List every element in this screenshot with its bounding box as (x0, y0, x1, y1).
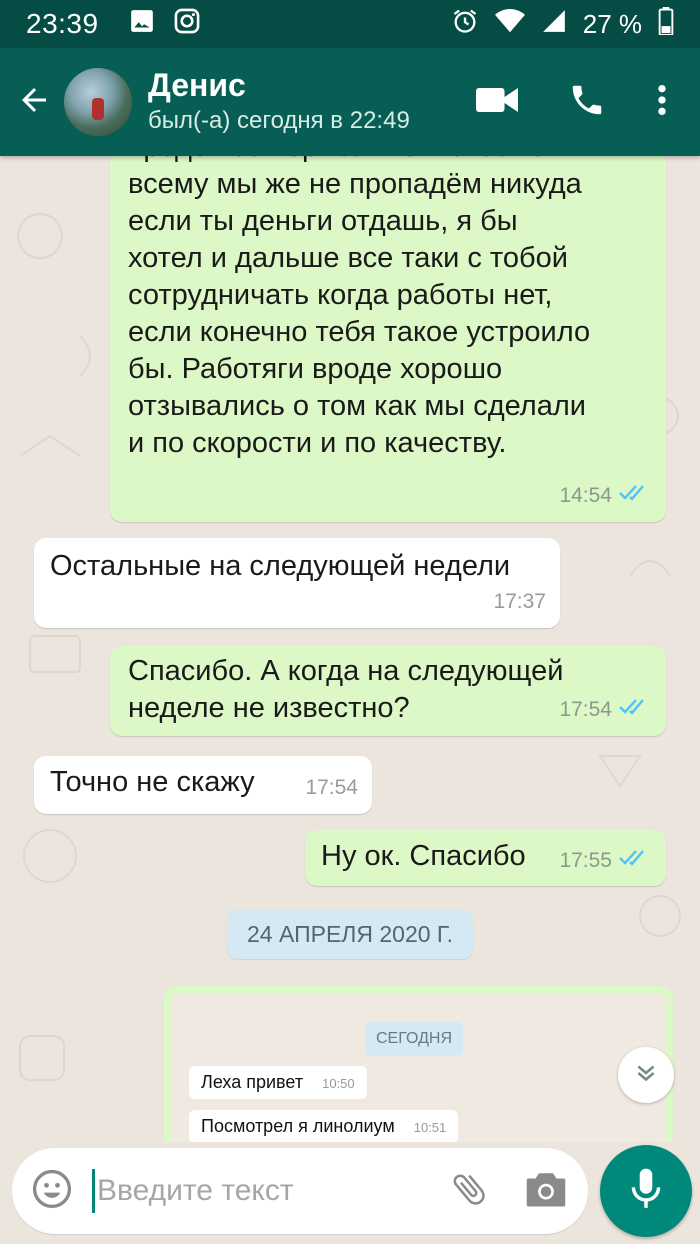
message-incoming[interactable]: Точно не скажу 17:54 (34, 756, 372, 814)
more-vert-icon (657, 83, 667, 122)
status-time: 23:39 (26, 8, 99, 39)
message-text: вроде все нормально. Плюс ко всему мы же… (128, 156, 591, 459)
video-call-icon (476, 85, 518, 120)
voice-message-button[interactable] (600, 1145, 692, 1237)
back-arrow-icon (16, 82, 52, 123)
voice-call-button[interactable] (542, 48, 632, 156)
message-text: Остальные на следующей недели (50, 550, 511, 582)
more-options-button[interactable] (632, 48, 692, 156)
emoji-icon (30, 1167, 74, 1216)
emoji-button[interactable] (12, 1148, 92, 1234)
message-input[interactable] (97, 1174, 427, 1208)
image-message[interactable]: СЕГОДНЯ Леха привет 10:50 Посмотрел я ли… (163, 986, 673, 1142)
message-text: Спасибо. А когда на следующей неделе не … (128, 655, 564, 724)
status-bar: 23:39 27 % (0, 0, 700, 48)
contact-name: Денис (148, 67, 246, 103)
double-check-icon (618, 477, 652, 514)
signal-icon (541, 8, 567, 41)
image-icon (129, 8, 155, 41)
screenshot-message-text: Леха привет (201, 1072, 304, 1092)
paperclip-icon (449, 1169, 489, 1214)
double-chevron-down-icon (633, 1060, 659, 1091)
instagram-icon (173, 7, 201, 42)
message-outgoing[interactable]: Спасибо. А когда на следующей неделе не … (110, 646, 666, 736)
scroll-to-bottom-button[interactable] (618, 1047, 674, 1103)
phone-icon (568, 81, 606, 124)
last-seen: был(-а) сегодня в 22:49 (148, 107, 410, 134)
double-check-icon (618, 842, 652, 879)
screenshot-message-time: 10:51 (413, 1120, 447, 1135)
message-incoming[interactable]: Остальные на следующей недели 17:37 (34, 538, 560, 628)
camera-button[interactable] (504, 1148, 588, 1234)
wifi-icon (494, 8, 525, 41)
message-list[interactable]: вроде все нормально. Плюс ко всему мы же… (0, 156, 700, 1142)
screenshot-date-chip: СЕГОДНЯ (365, 1022, 463, 1056)
message-outgoing[interactable]: вроде все нормально. Плюс ко всему мы же… (110, 156, 666, 522)
message-time: 17:54 (559, 698, 612, 721)
date-separator: 24 АПРЕЛЯ 2020 Г. (227, 909, 473, 959)
video-call-button[interactable] (452, 48, 542, 156)
battery-icon (658, 6, 674, 42)
chat-header: Денис был(-а) сегодня в 22:49 (0, 48, 700, 156)
message-time: 17:37 (493, 590, 546, 613)
compose-bar (12, 1148, 588, 1234)
message-time: 14:54 (559, 484, 612, 507)
battery-percent: 27 % (582, 8, 642, 39)
screenshot-message-text: Посмотрел я линолиум (201, 1116, 395, 1136)
contact-info[interactable]: Денис был(-а) сегодня в 22:49 (148, 66, 410, 138)
message-text: Точно не скажу (50, 766, 255, 798)
screenshot-message-time: 10:50 (322, 1076, 355, 1091)
message-time: 17:54 (305, 776, 358, 799)
camera-icon (525, 1169, 567, 1214)
screenshot-message: Леха привет 10:50 (189, 1066, 367, 1099)
back-button[interactable] (4, 48, 64, 156)
attach-button[interactable] (434, 1148, 504, 1234)
text-cursor (92, 1169, 95, 1213)
avatar[interactable] (64, 68, 132, 136)
double-check-icon (618, 691, 652, 728)
alarm-icon (451, 7, 479, 42)
message-time: 17:55 (559, 849, 612, 872)
message-outgoing[interactable]: Ну ок. Спасибо 17:55 (305, 830, 666, 886)
message-text: Ну ок. Спасибо (321, 840, 526, 872)
image-thumbnail[interactable]: СЕГОДНЯ Леха привет 10:50 Посмотрел я ли… (171, 994, 665, 1142)
screenshot-message: Посмотрел я линолиум 10:51 (189, 1110, 459, 1142)
microphone-icon (629, 1167, 663, 1216)
